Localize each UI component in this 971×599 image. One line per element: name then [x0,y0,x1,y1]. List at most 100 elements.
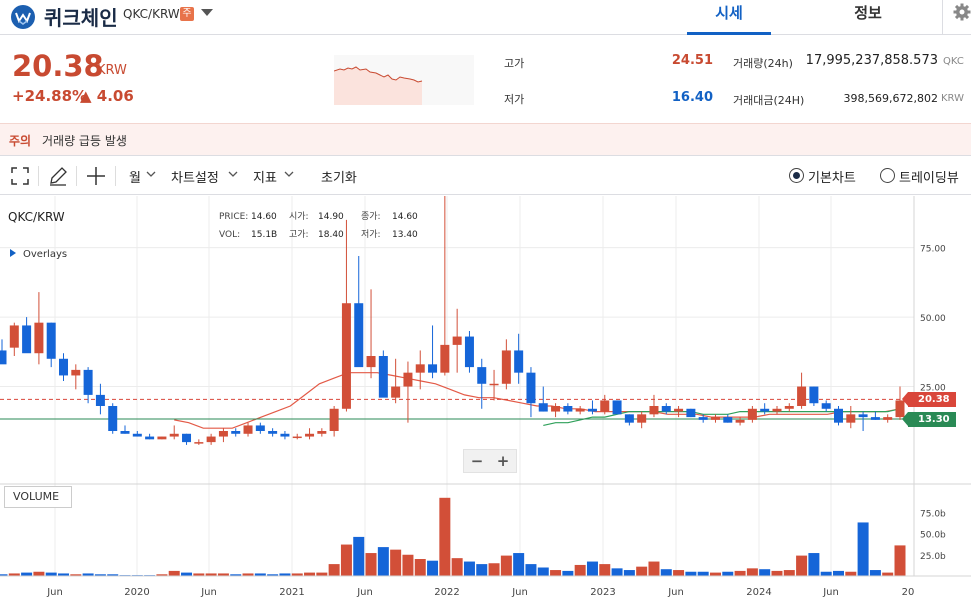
candle-body [784,406,794,409]
volume-bar [181,572,193,576]
volume-24h-value: 17,995,237,858.573 [805,53,938,68]
chart-settings-menu[interactable]: 차트설정 [171,167,219,186]
volume-bar [21,572,33,576]
volume-bar [771,570,783,576]
basic-chart-radio[interactable] [789,168,804,183]
candle-body [22,325,32,354]
candle-body [563,406,573,412]
volume-bar [304,572,316,576]
overlays-toggle-icon[interactable] [10,249,16,257]
volume-bar [427,560,439,576]
volume-axis-label: 75.0b [920,509,946,519]
candle-body [735,419,745,423]
candle-body [870,417,880,420]
ohlc-close: 14.60 [392,212,418,222]
volume-bar [316,572,328,576]
volume-axis-label: 25.0b [920,552,946,562]
volume-pane-label[interactable]: VOLUME [4,486,72,508]
candle-body [120,431,130,434]
ohlc-close-label: 종가: [361,211,381,222]
volume-bar [623,570,635,576]
reset-button[interactable]: 초기화 [321,167,357,186]
volume-bar [45,572,57,576]
x-axis-label: Jun [822,587,839,598]
candle-body [440,344,450,373]
candle-body [428,364,438,373]
volume-bar [783,570,795,576]
candle-body [391,386,401,398]
volume-24h-label: 거래량(24h) [733,57,793,70]
candle-body [59,358,69,376]
volume-bar [869,570,881,576]
candle-body [305,433,315,437]
tradingview-radio[interactable] [880,168,895,183]
fullscreen-icon[interactable] [8,164,32,188]
app-header: 퀴크체인 QKC/KRW 주 시세 정보 [0,0,971,35]
x-axis-label: Jun [200,587,217,598]
tab-price[interactable]: 시세 [687,0,771,35]
crosshair-icon[interactable] [84,164,108,188]
volume-bar [33,571,45,576]
zoom-in-button[interactable]: + [490,451,516,471]
volume-bar [500,555,512,576]
candle-body [292,436,302,439]
volume-bar [820,571,832,576]
candle-body [772,408,782,412]
basic-chart-label[interactable]: 기본차트 [808,167,856,186]
volume-bar [882,572,894,576]
volume-bar [574,564,586,576]
candle-body [403,372,413,387]
volume-bar [414,559,426,576]
x-axis-label: 20 [902,587,915,598]
candle-body [218,431,228,437]
coin-select-dropdown-icon[interactable] [201,9,213,16]
current-price: 20.38 [12,49,104,83]
candle-body [194,442,204,444]
volume-bar [808,553,820,576]
tab-info[interactable]: 정보 [826,0,910,35]
settings-button[interactable] [942,0,971,34]
candle-body [686,408,696,418]
toolbar-divider [38,166,39,186]
candle-body [587,408,597,412]
zoom-out-button[interactable]: − [464,451,490,471]
indicators-menu[interactable]: 지표 [253,167,277,186]
candle-body [821,403,831,409]
high-label: 고가 [504,57,525,70]
volume-bar [439,497,451,576]
volume-bar [636,566,648,576]
interval-select[interactable]: 월 [129,167,141,186]
candle-body [415,364,425,373]
x-axis-label: 2021 [279,587,304,598]
volume-bar [894,545,906,576]
ohlc-price: 14.60 [251,212,277,222]
volume-bar [722,571,734,576]
gear-icon [953,3,971,21]
tradingview-label[interactable]: 트레이딩뷰 [899,167,959,186]
ohlc-high-label: 고가: [289,229,309,240]
volume-bar [796,555,808,576]
candle-body [132,433,142,437]
x-axis-label: 2022 [434,587,459,598]
price-summary: 20.38 KRW +24.88% ▲ 4.06 고가 24.51 저가 16.… [0,35,971,123]
volume-bar [673,570,685,576]
x-axis-label: Jun [46,587,63,598]
draw-pencil-icon[interactable] [46,164,70,188]
caution-banner: 주의 거래량 급등 발생 [0,123,971,155]
x-axis-label: 2020 [124,587,149,598]
candle-body [858,414,868,418]
volume-bar [365,553,377,576]
candle-body [698,417,708,420]
price-chart-area[interactable]: Jun 2020 Jun 2021 Jun 2022 Jun 2023 Jun 2024 Jun 20… [0,196,971,599]
candle-body [600,400,610,412]
change-amount: ▲ 4.06 [80,87,134,105]
overlays-toggle[interactable]: Overlays [23,249,67,260]
volume-bar [648,561,660,576]
candle-body [464,336,474,368]
candle-body [231,431,241,434]
candle-body [354,303,364,368]
candlestick-chart[interactable]: Jun 2020 Jun 2021 Jun 2022 Jun 2023 Jun 2024 Jun 20… [0,196,971,599]
change-rate: +24.88% [12,87,88,105]
candle-body [145,436,155,440]
candle-body [46,322,56,359]
